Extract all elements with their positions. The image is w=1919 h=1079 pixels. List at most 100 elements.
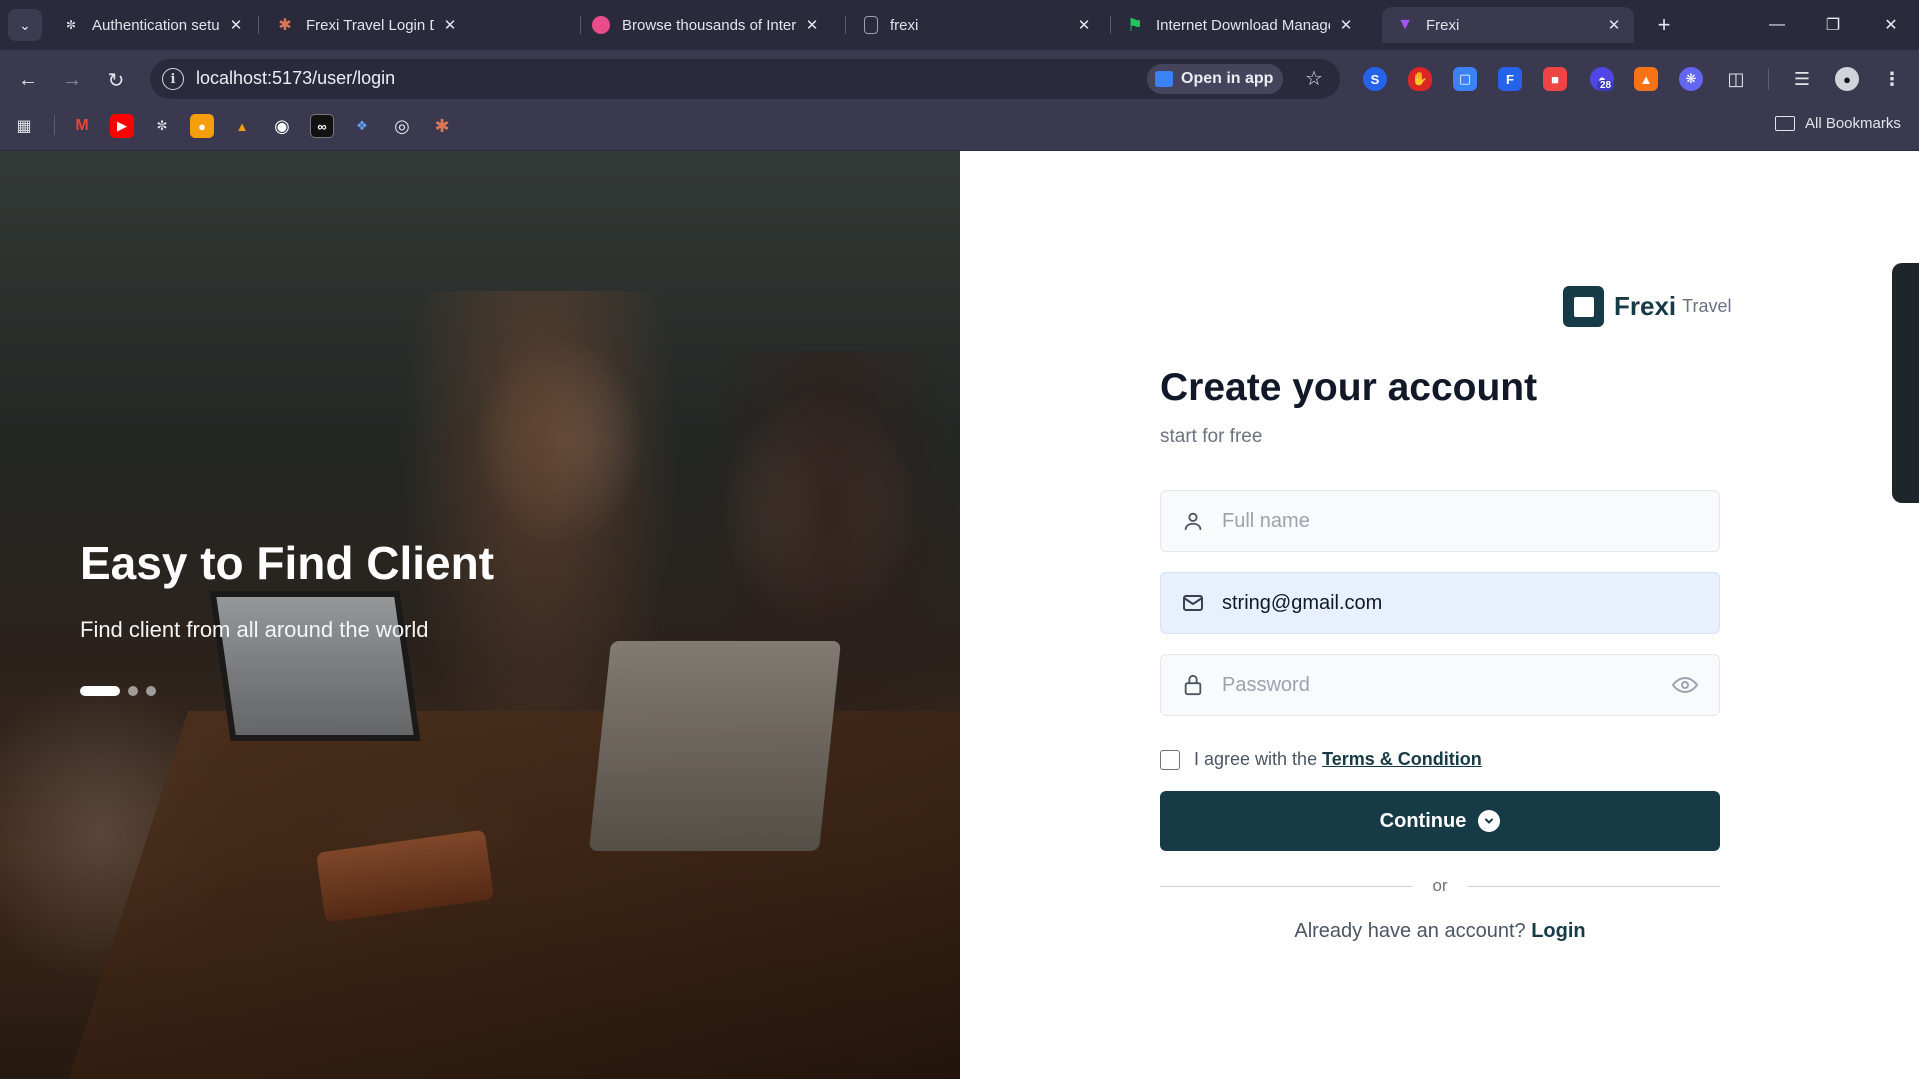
tab-search-chevron-icon[interactable]: ⌄: [8, 9, 42, 41]
extension-notes-icon[interactable]: ■: [1543, 67, 1567, 91]
restore-icon[interactable]: ❐: [1808, 8, 1858, 42]
close-icon[interactable]: ✕: [802, 15, 822, 35]
extension-badge-count: 28: [1597, 80, 1615, 91]
openai-icon: ✼: [65, 18, 77, 32]
forward-arrow-icon[interactable]: →: [56, 64, 88, 96]
divider-line: [1468, 886, 1720, 887]
tab-frexi-doc[interactable]: frexi ✕: [850, 7, 1104, 43]
hero-overlay: [0, 151, 960, 1079]
page-subtitle: start for free: [1160, 426, 1263, 447]
minimize-icon[interactable]: —: [1752, 8, 1802, 42]
brand-logo[interactable]: Frexi Travel: [1563, 286, 1732, 327]
tab-title: Internet Download Manage: [1156, 16, 1330, 34]
page-title: Create your account: [1160, 366, 1538, 409]
new-tab-button[interactable]: +: [1650, 11, 1678, 39]
login-prompt: Already have an account? Login: [1160, 920, 1720, 943]
close-icon[interactable]: ✕: [226, 15, 246, 35]
brand-square-icon: [1563, 286, 1604, 327]
github-icon[interactable]: ◉: [270, 114, 294, 138]
tab-internet-download-manager[interactable]: ⚑ Internet Download Manage ✕: [1112, 7, 1366, 43]
tab-title: Frexi Travel Login Design -: [306, 16, 434, 34]
media-control-icon[interactable]: ☰: [1790, 67, 1814, 91]
all-bookmarks-label: All Bookmarks: [1805, 115, 1901, 132]
continue-button[interactable]: Continue: [1160, 791, 1720, 851]
close-icon[interactable]: ✕: [1604, 15, 1624, 35]
bookmark-triangle-icon[interactable]: ▲: [230, 114, 254, 138]
side-drawer-handle[interactable]: [1892, 263, 1919, 503]
site-info-icon[interactable]: i: [162, 68, 184, 90]
bookmark-colorful-icon[interactable]: ●: [190, 114, 214, 138]
youtube-icon[interactable]: ▶: [110, 114, 134, 138]
full-name-input[interactable]: [1222, 509, 1719, 533]
bookmark-separator: [54, 115, 55, 135]
agree-text: I agree with the: [1194, 749, 1318, 769]
full-name-field[interactable]: [1160, 490, 1720, 552]
open-in-app-button[interactable]: Open in app: [1147, 64, 1284, 94]
globe-icon[interactable]: ◎: [390, 114, 414, 138]
eye-icon[interactable]: [1671, 671, 1699, 699]
extensions-puzzle-icon[interactable]: ◫: [1724, 67, 1748, 91]
openai-icon[interactable]: ✼: [150, 114, 174, 138]
mail-icon: [1180, 590, 1206, 616]
have-account-text: Already have an account?: [1294, 920, 1526, 942]
all-bookmarks-button[interactable]: All Bookmarks: [1775, 115, 1901, 132]
folder-icon: [1775, 116, 1795, 131]
extension-fi-icon[interactable]: F: [1498, 67, 1522, 91]
gmail-icon[interactable]: M: [70, 114, 94, 138]
extension-gear-icon[interactable]: ❋: [1679, 67, 1703, 91]
vite-icon: ▼: [1397, 16, 1413, 33]
tab-title: Browse thousands of Intera: [622, 16, 796, 34]
back-arrow-icon[interactable]: ←: [12, 64, 44, 96]
tab-dribbble[interactable]: Browse thousands of Intera ✕: [578, 7, 832, 43]
tab-title: Frexi: [1426, 16, 1460, 34]
tab-separator: [1110, 16, 1111, 34]
extension-shazam-icon[interactable]: S: [1363, 67, 1387, 91]
bookmark-infinity-icon[interactable]: ∞: [310, 114, 334, 138]
email-input[interactable]: [1222, 591, 1719, 615]
apps-grid-icon[interactable]: ▦: [12, 114, 36, 138]
password-input[interactable]: [1222, 673, 1671, 697]
tab-authentication[interactable]: ✼ Authentication setup with ✕: [48, 7, 256, 43]
toolbar-separator: [1768, 68, 1769, 90]
app-icon: [1155, 71, 1173, 87]
reload-icon[interactable]: ↻: [100, 64, 132, 96]
flag-icon: ⚑: [1126, 14, 1144, 35]
tab-frexi-active[interactable]: ▼ Frexi ✕: [1382, 7, 1634, 43]
tab-frexi-login-design[interactable]: ✱ Frexi Travel Login Design - ✕: [262, 7, 470, 43]
close-icon[interactable]: ✕: [1336, 15, 1356, 35]
tab-separator: [258, 16, 259, 34]
close-icon[interactable]: ✕: [1074, 15, 1094, 35]
carousel-dot[interactable]: [128, 686, 138, 696]
login-link[interactable]: Login: [1531, 920, 1585, 942]
bookmark-bird-icon[interactable]: ❖: [350, 114, 374, 138]
carousel-indicators: [80, 686, 164, 696]
extension-adblock-icon[interactable]: ✋: [1408, 67, 1432, 91]
tab-title: Authentication setup with: [92, 16, 220, 34]
terms-agreement: I agree with the Terms & Condition: [1160, 749, 1482, 770]
carousel-dot[interactable]: [146, 686, 156, 696]
tab-title: frexi: [890, 16, 919, 34]
email-field[interactable]: [1160, 572, 1720, 634]
or-divider: or: [1160, 876, 1720, 896]
extension-metamask-icon[interactable]: ▲: [1634, 67, 1658, 91]
address-url[interactable]: localhost:5173/user/login: [196, 68, 395, 89]
open-in-app-label: Open in app: [1181, 70, 1274, 87]
password-field[interactable]: [1160, 654, 1720, 716]
carousel-dot-active[interactable]: [80, 686, 120, 696]
brand-tag: Travel: [1682, 296, 1732, 316]
close-window-icon[interactable]: ✕: [1866, 8, 1916, 42]
claude-icon: ✱: [278, 17, 292, 34]
terms-checkbox[interactable]: [1160, 749, 1180, 770]
bookmark-star-icon[interactable]: ☆: [1300, 64, 1328, 92]
profile-avatar[interactable]: ●: [1835, 67, 1859, 91]
close-icon[interactable]: ✕: [440, 15, 460, 35]
extension-docs-icon[interactable]: ▢: [1453, 67, 1477, 91]
document-icon: [864, 16, 878, 34]
user-icon: [1180, 508, 1206, 534]
claude-icon[interactable]: ✱: [430, 114, 454, 138]
browser-menu-icon[interactable]: ⋮: [1880, 67, 1904, 91]
hero-title: Easy to Find Client: [80, 537, 495, 589]
tab-separator: [845, 16, 846, 34]
brand-name: Frexi: [1614, 291, 1677, 321]
terms-link[interactable]: Terms & Condition: [1322, 749, 1482, 770]
